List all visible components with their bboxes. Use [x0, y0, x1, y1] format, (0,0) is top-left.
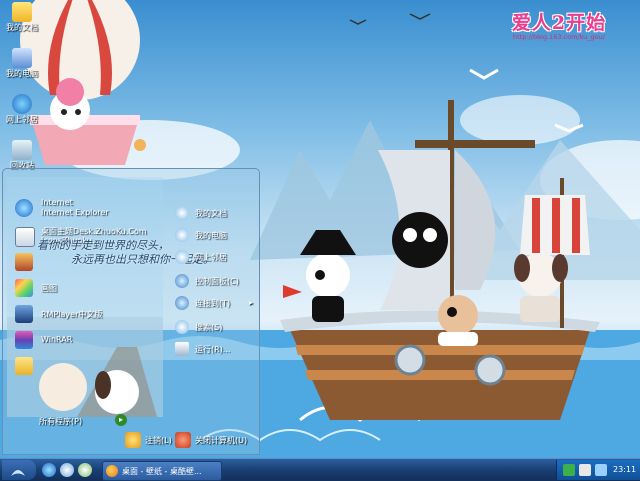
documents-icon: [175, 206, 189, 220]
taskbar-button-label: 桌面 - 壁纸 - 桌酷壁...: [122, 467, 202, 476]
shutdown-button[interactable]: 关闭计算机(U): [175, 431, 255, 451]
right-item-search[interactable]: 搜索(S): [171, 317, 257, 337]
power-icon: [175, 432, 191, 448]
all-programs-arrow-icon: ▸: [115, 414, 127, 426]
my-computer-icon: [12, 48, 32, 68]
folder-icon: [15, 357, 33, 375]
right-item-label: 我的文档: [195, 209, 227, 218]
start-item-winrar[interactable]: WinRAR: [11, 329, 161, 353]
paint-icon: [15, 279, 33, 297]
start-item-title: 画图: [41, 284, 57, 293]
run-icon: [175, 342, 189, 356]
right-item-label: 我的电脑: [195, 231, 227, 240]
taskbar-button-desktop[interactable]: 桌面 - 壁纸 - 桌酷壁...: [102, 461, 222, 481]
start-menu: Internet Internet Explorer 桌面主题Desk.Zhuo…: [2, 168, 260, 455]
taskbar: 桌面 - 壁纸 - 桌酷壁... 23:11: [0, 458, 640, 481]
right-item-label: 搜索(S): [195, 323, 223, 332]
submenu-arrow-icon: ▸: [249, 298, 254, 307]
media-player-icon: [15, 305, 33, 323]
right-item-label: 连接到(T): [195, 299, 231, 308]
logoff-icon: [125, 432, 141, 448]
start-item-title: RMPlayer中文版: [41, 310, 103, 319]
right-item-my-documents[interactable]: 我的文档: [171, 203, 257, 223]
archive-icon: [15, 331, 33, 349]
recycle-bin-icon: [12, 140, 32, 160]
quicklaunch-ie-icon[interactable]: [42, 463, 56, 477]
network-icon: [175, 250, 189, 264]
right-item-label: 运行(R)...: [195, 345, 231, 354]
browser-icon: [106, 465, 118, 477]
right-item-run[interactable]: 运行(R)...: [171, 339, 257, 359]
display-tray-icon[interactable]: [595, 464, 607, 476]
right-item-label: 网上邻居: [195, 253, 227, 262]
shutdown-label: 关闭计算机(U): [195, 436, 248, 445]
desktop: 我的文档 我的电脑 网上邻居 回收站 爱人2开始 http://blog.163…: [0, 0, 640, 458]
banner-logo: 爱人2开始 http://blog.163.com/ku_gou/: [484, 8, 634, 41]
desktop-icon-my-computer[interactable]: 我的电脑: [2, 48, 42, 79]
desktop-icon-label: 我的文档: [6, 23, 38, 32]
desktop-icon-label: 网上邻居: [6, 115, 38, 124]
right-item-control-panel[interactable]: 控制面板(C): [171, 271, 257, 291]
start-button[interactable]: [2, 460, 36, 480]
desktop-icon-label: 我的电脑: [6, 69, 38, 78]
my-documents-icon: [12, 2, 32, 22]
internet-explorer-icon: [15, 199, 33, 217]
system-tray: 23:11: [556, 460, 640, 480]
network-tray-icon[interactable]: [563, 464, 575, 476]
start-menu-footer: 注销(L) 关闭计算机(U): [3, 427, 259, 454]
network-places-icon: [12, 94, 32, 114]
right-item-connect-to[interactable]: 连接到(T) ▸: [171, 293, 257, 313]
start-item-paint[interactable]: 画图: [11, 277, 161, 301]
start-menu-right-pane: 我的文档 我的电脑 网上邻居 控制面板(C) 连接到(T) ▸ 搜索(S) 运行…: [167, 199, 259, 424]
logoff-label: 注销(L): [145, 436, 172, 445]
computer-icon: [175, 228, 189, 242]
start-logo-icon: [11, 470, 25, 476]
right-item-network[interactable]: 网上邻居: [171, 247, 257, 267]
quicklaunch-desktop-icon[interactable]: [60, 463, 74, 477]
logoff-button[interactable]: 注销(L): [125, 431, 172, 451]
right-item-label: 控制面板(C): [195, 277, 239, 286]
control-panel-icon: [175, 274, 189, 288]
desktop-icon-recycle-bin[interactable]: 回收站: [2, 140, 42, 171]
clock: 23:11: [613, 465, 637, 474]
all-programs-label: 所有程序(P): [39, 417, 83, 426]
banner-url: http://blog.163.com/ku_gou/: [513, 33, 605, 41]
start-item-title: WinRAR: [41, 335, 73, 344]
spreadsheet-app-icon: [15, 227, 35, 247]
desktop-icon-my-documents[interactable]: 我的文档: [2, 2, 42, 33]
search-icon: [175, 320, 189, 334]
quicklaunch-media-icon[interactable]: [78, 463, 92, 477]
start-item-internet-explorer[interactable]: Internet Internet Explorer: [11, 197, 161, 221]
start-item-folder[interactable]: [11, 355, 161, 379]
banner-title: 爱人2开始: [511, 12, 607, 34]
start-item-subtitle: Internet Explorer: [41, 208, 109, 217]
desktop-icon-network-places[interactable]: 网上邻居: [2, 94, 42, 125]
start-item-title: Internet: [41, 198, 73, 207]
volume-tray-icon[interactable]: [579, 464, 591, 476]
connect-to-icon: [175, 296, 189, 310]
winrar-icon: [15, 253, 33, 271]
start-item-rmplayer[interactable]: RMPlayer中文版: [11, 303, 161, 327]
right-item-my-computer[interactable]: 我的电脑: [171, 225, 257, 245]
